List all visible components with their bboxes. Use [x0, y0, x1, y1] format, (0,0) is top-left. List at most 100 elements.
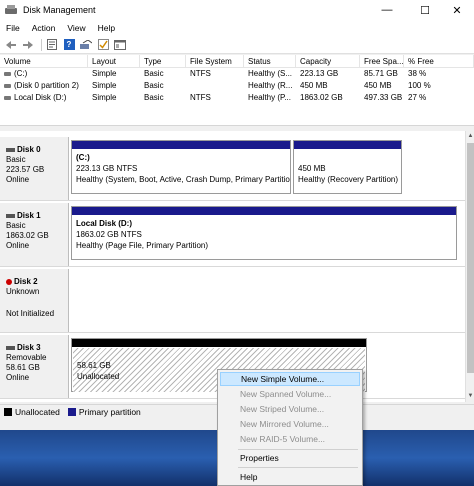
cell-file-system: NTFS [190, 93, 211, 102]
partition-c[interactable]: (C:) 223.13 GB NTFS Healthy (System, Boo… [71, 140, 291, 194]
table-row[interactable]: Local Disk (D:) Simple Basic NTFS Health… [0, 92, 474, 104]
minimize-button[interactable]: — [370, 0, 404, 20]
cell-volume: (C:) [14, 69, 28, 78]
disk-status: Online [6, 373, 30, 382]
cell-free-space: 497.33 GB [364, 93, 403, 102]
disk-type: Removable [6, 353, 47, 362]
partition-size: 450 MB [298, 164, 326, 173]
back-icon[interactable] [4, 39, 18, 51]
properties-icon[interactable] [45, 39, 59, 51]
vertical-scrollbar[interactable]: ▲ ▼ [465, 131, 474, 402]
menu-new-simple-volume[interactable]: New Simple Volume... [220, 372, 360, 386]
disk-row-1: Disk 1 Basic 1863.02 GB Online Local Dis… [0, 203, 474, 267]
disk-info-2[interactable]: Disk 2 Unknown Not Initialized [0, 269, 69, 332]
column-volume[interactable]: Volume [0, 55, 88, 67]
cell-type: Basic [144, 69, 164, 78]
cell-capacity: 450 MB [300, 81, 328, 90]
help-icon[interactable]: ? [62, 39, 76, 51]
cell-percent-free: 38 % [408, 69, 427, 78]
column-capacity[interactable]: Capacity [296, 55, 360, 67]
context-menu: New Simple Volume... New Spanned Volume.… [217, 369, 363, 486]
forward-icon[interactable] [21, 39, 35, 51]
column-status[interactable]: Status [244, 55, 296, 67]
menu-new-striped-volume[interactable]: New Striped Volume... [220, 402, 360, 416]
partition-recovery[interactable]: 450 MB Healthy (Recovery Partition) [293, 140, 402, 194]
disk-name: Disk 3 [17, 343, 41, 352]
cell-type: Basic [144, 81, 164, 90]
cell-free-space: 85.71 GB [364, 69, 398, 78]
disk-size: 1863.02 GB [6, 231, 49, 240]
disk-size: 58.61 GB [6, 363, 40, 372]
table-row[interactable]: (C:) Simple Basic NTFS Healthy (S... 223… [0, 68, 474, 80]
cell-percent-free: 27 % [408, 93, 427, 102]
cell-status: Healthy (R... [248, 81, 293, 90]
disk-status: Online [6, 241, 30, 250]
window-title: Disk Management [23, 5, 96, 15]
disk-size [6, 297, 68, 309]
toolbar-separator [41, 38, 42, 51]
menu-new-mirrored-volume[interactable]: New Mirrored Volume... [220, 417, 360, 431]
partition-status: Healthy (System, Boot, Active, Crash Dum… [76, 175, 290, 184]
scrollbar-thumb[interactable] [467, 143, 474, 373]
disk-row-0: Disk 0 Basic 223.57 GB Online (C:) 223.1… [0, 137, 474, 201]
menu-file[interactable]: File [0, 23, 26, 33]
menu-properties[interactable]: Properties [220, 451, 360, 465]
column-type[interactable]: Type [140, 55, 186, 67]
cell-layout: Simple [92, 93, 117, 102]
disk-icon [6, 214, 15, 218]
volume-list-header: Volume Layout Type File System Status Ca… [0, 55, 474, 68]
menu-separator [238, 467, 358, 468]
disk-name: Disk 1 [17, 211, 41, 220]
partition-bar [72, 141, 290, 149]
menu-help[interactable]: Help [92, 23, 121, 33]
menu-help-item[interactable]: Help [220, 470, 360, 484]
cell-status: Healthy (S... [248, 69, 293, 78]
check-icon[interactable] [96, 39, 110, 51]
cell-file-system [186, 80, 244, 92]
drive-icon [4, 95, 11, 100]
rescan-icon[interactable] [79, 39, 93, 51]
partition-d[interactable]: Local Disk (D:) 1863.02 GB NTFS Healthy … [71, 206, 457, 260]
menu-view[interactable]: View [61, 23, 91, 33]
disk-graphical-view: Disk 0 Basic 223.57 GB Online (C:) 223.1… [0, 131, 474, 402]
cell-status: Healthy (P... [248, 93, 291, 102]
error-icon [6, 279, 12, 285]
partition-label: (C:) [76, 153, 90, 162]
drive-icon [4, 83, 11, 88]
cell-free-space: 450 MB [364, 81, 392, 90]
toolbar: ? [0, 36, 474, 54]
legend-unallocated: Unallocated [4, 407, 60, 417]
menu-new-spanned-volume[interactable]: New Spanned Volume... [220, 387, 360, 401]
cell-layout: Simple [92, 81, 117, 90]
legend-primary: Primary partition [67, 407, 141, 417]
scroll-down-icon[interactable]: ▼ [467, 393, 474, 400]
scroll-up-icon[interactable]: ▲ [467, 133, 474, 140]
partition-label [298, 152, 397, 163]
title-bar: Disk Management — ☐ ✕ [0, 0, 474, 20]
disk-type: Basic [6, 221, 26, 230]
partition-status: Healthy (Page File, Primary Partition) [76, 241, 209, 250]
column-file-system[interactable]: File System [186, 55, 244, 67]
drive-icon [4, 71, 11, 76]
menu-action[interactable]: Action [26, 23, 62, 33]
legend-label: Unallocated [15, 406, 60, 417]
disk-size: 223.57 GB [6, 165, 45, 174]
maximize-button[interactable]: ☐ [408, 0, 442, 20]
close-button[interactable]: ✕ [440, 0, 474, 20]
disk-name: Disk 2 [14, 277, 38, 286]
disk-row-2: Disk 2 Unknown Not Initialized [0, 269, 474, 333]
partition-bar [72, 339, 366, 347]
disk-info-1[interactable]: Disk 1 Basic 1863.02 GB Online [0, 203, 69, 266]
column-layout[interactable]: Layout [88, 55, 140, 67]
cell-file-system: NTFS [190, 69, 211, 78]
pane-splitter[interactable] [0, 125, 474, 130]
table-row[interactable]: (Disk 0 partition 2) Simple Basic Health… [0, 80, 474, 92]
column-percent-free[interactable]: % Free [404, 55, 474, 67]
disk-info-0[interactable]: Disk 0 Basic 223.57 GB Online [0, 137, 69, 200]
menu-new-raid5-volume[interactable]: New RAID-5 Volume... [220, 432, 360, 446]
console-icon[interactable] [113, 39, 127, 51]
disk-info-3[interactable]: Disk 3 Removable 58.61 GB Online [0, 335, 69, 398]
column-free-space[interactable]: Free Spa... [360, 55, 404, 67]
disk-status: Online [6, 175, 30, 184]
partition-label: Local Disk (D:) [76, 219, 133, 228]
